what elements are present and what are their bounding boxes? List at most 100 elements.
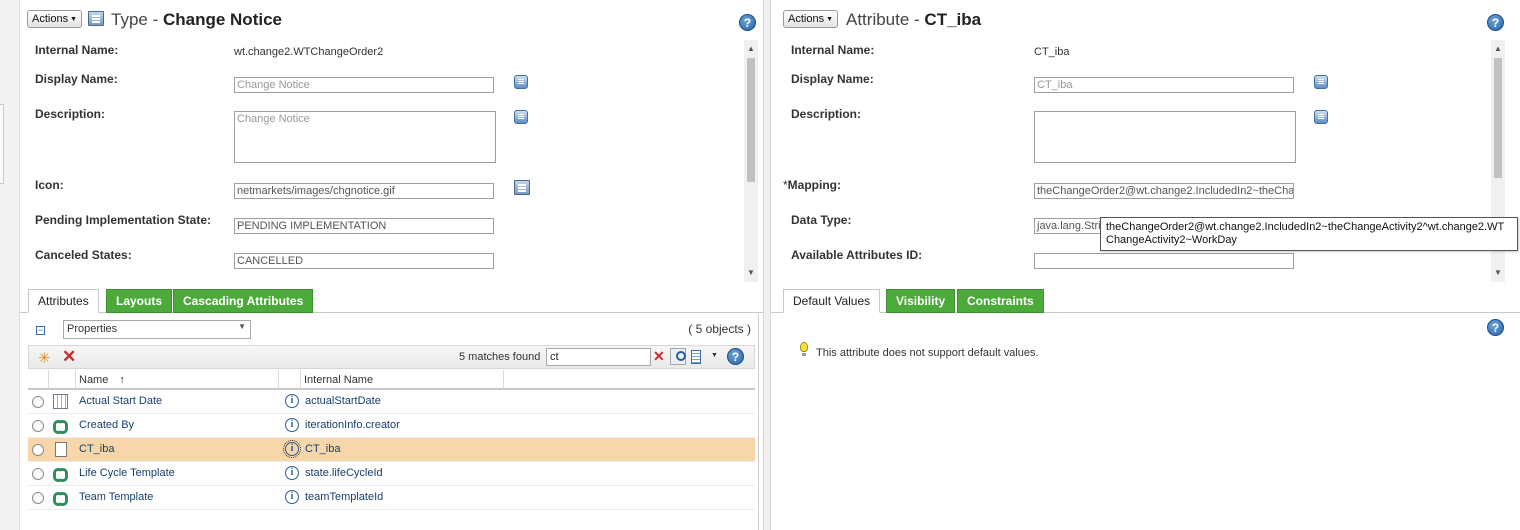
canceled-states-field[interactable]: CANCELLED: [234, 253, 494, 269]
match-count: 5 matches found: [459, 351, 541, 363]
view-select[interactable]: Properties ▼: [63, 320, 251, 339]
attribute-internal-name: actualStartDate: [305, 395, 381, 407]
display-name-field[interactable]: CT_iba: [1034, 77, 1294, 93]
type-panel: Actions ▼ Type - Change Notice ? Internal…: [20, 0, 764, 530]
attribute-name-link[interactable]: CT_iba: [79, 443, 114, 455]
tab-attributes[interactable]: Attributes: [28, 289, 99, 313]
available-attributes-id-label: Available Attributes ID:: [791, 248, 923, 262]
scroll-thumb[interactable]: [1494, 58, 1502, 178]
scroll-up-icon[interactable]: ▲: [747, 44, 755, 53]
attribute-name-link[interactable]: Life Cycle Template: [79, 467, 175, 479]
display-name-field[interactable]: Change Notice: [234, 77, 494, 93]
select-column-header: [28, 370, 49, 390]
type-tabs: Attributes Layouts Cascading Attributes: [20, 288, 763, 313]
chevron-down-icon: ▼: [826, 16, 834, 23]
tab-default-values[interactable]: Default Values: [783, 289, 881, 313]
delete-icon[interactable]: ✕: [62, 347, 76, 367]
pending-state-field[interactable]: PENDING IMPLEMENTATION: [234, 218, 494, 234]
gutter-handle[interactable]: [0, 104, 4, 184]
pending-state-label: Pending Implementation State:: [35, 213, 212, 227]
description-field[interactable]: Change Notice: [234, 111, 496, 163]
attribute-internal-name: iterationInfo.creator: [305, 419, 400, 431]
available-attributes-id-field[interactable]: [1034, 253, 1294, 269]
chevron-down-icon: ▼: [70, 16, 78, 23]
table-row-selected[interactable]: CT_iba i CT_iba: [28, 438, 755, 462]
description-label: Description:: [791, 107, 862, 121]
type-header: Actions ▼ Type - Change Notice ?: [20, 0, 763, 40]
table-header: Name ↑ Internal Name: [28, 370, 755, 390]
attribute-name-link[interactable]: Created By: [79, 419, 134, 431]
calendar-icon: [53, 394, 68, 409]
type-properties-form: Internal Name: wt.change2.WTChangeOrder2…: [28, 40, 748, 284]
sort-ascending-icon: ↑: [119, 374, 125, 386]
tab-cascading-attributes[interactable]: Cascading Attributes: [173, 289, 314, 313]
help-icon[interactable]: ?: [1487, 319, 1504, 336]
help-icon[interactable]: ?: [739, 14, 756, 31]
internal-name-label: Internal Name:: [35, 43, 119, 57]
row-radio[interactable]: [32, 420, 44, 432]
info-icon[interactable]: i: [283, 440, 301, 458]
attribute-internal-name: teamTemplateId: [305, 491, 384, 503]
clear-search-icon[interactable]: ✕: [653, 348, 665, 365]
scroll-down-icon[interactable]: ▼: [1494, 268, 1502, 277]
tab-layouts[interactable]: Layouts: [106, 289, 173, 313]
internal-name-label: Internal Name:: [791, 43, 875, 57]
info-icon[interactable]: i: [285, 490, 299, 504]
attribute-name-link[interactable]: Actual Start Date: [79, 395, 162, 407]
help-icon[interactable]: ?: [727, 348, 744, 365]
scroll-thumb[interactable]: [747, 58, 755, 182]
find-in-table-input[interactable]: [546, 348, 651, 366]
display-name-label: Display Name:: [35, 72, 118, 86]
reference-icon: [53, 492, 68, 506]
data-type-label: Data Type:: [791, 213, 852, 227]
table-row[interactable]: Created By i iterationInfo.creator: [28, 414, 755, 438]
reference-icon: [53, 468, 68, 482]
new-attribute-icon[interactable]: ✳: [38, 349, 51, 367]
scroll-up-icon[interactable]: ▲: [1494, 44, 1502, 53]
icon-label: Icon:: [35, 178, 64, 192]
tab-constraints[interactable]: Constraints: [957, 289, 1044, 313]
display-name-label: Display Name:: [791, 72, 874, 86]
attributes-table-area: − Properties ▼ ( 5 objects ) ✳ ✕ 5 matche…: [20, 314, 763, 530]
row-radio[interactable]: [32, 396, 44, 408]
tab-visibility[interactable]: Visibility: [886, 289, 956, 313]
collapse-icon[interactable]: −: [36, 326, 45, 335]
description-field[interactable]: [1034, 111, 1296, 163]
name-column-header[interactable]: Name ↑: [76, 370, 279, 390]
attribute-actions-button[interactable]: Actions ▼: [783, 10, 839, 28]
reference-icon: [53, 420, 68, 434]
attribute-tabs: Default Values Visibility Constraints: [771, 288, 1520, 313]
localize-icon[interactable]: [1314, 75, 1328, 89]
canceled-states-label: Canceled States:: [35, 248, 132, 262]
internal-name-column-header[interactable]: Internal Name: [301, 370, 504, 390]
left-gutter: [0, 0, 20, 530]
mapping-field[interactable]: theChangeOrder2@wt.change2.IncludedIn2~t…: [1034, 183, 1294, 199]
table-row[interactable]: Team Template i teamTemplateId: [28, 486, 755, 510]
table-row[interactable]: Life Cycle Template i state.lifeCycleId: [28, 462, 755, 486]
table-row[interactable]: Actual Start Date i actualStartDate: [28, 390, 755, 414]
localize-icon[interactable]: [1314, 110, 1328, 124]
chevron-down-icon[interactable]: ▼: [711, 352, 718, 359]
attributes-table: Name ↑ Internal Name Actual Start Date i…: [28, 370, 755, 510]
help-icon[interactable]: ?: [1487, 14, 1504, 31]
scroll-down-icon[interactable]: ▼: [747, 268, 755, 277]
form-scrollbar[interactable]: ▲ ▼: [744, 40, 758, 282]
attribute-name-link[interactable]: Team Template: [79, 491, 153, 503]
change-notice-icon: [88, 11, 104, 26]
localize-icon[interactable]: [514, 75, 528, 89]
localize-icon[interactable]: [514, 110, 528, 124]
row-radio[interactable]: [32, 468, 44, 480]
mapping-tooltip: theChangeOrder2@wt.change2.IncludedIn2~t…: [1100, 217, 1518, 251]
type-actions-button[interactable]: Actions ▼: [27, 10, 83, 28]
icon-path-field[interactable]: netmarkets/images/chgnotice.gif: [234, 183, 494, 199]
attribute-internal-name: CT_iba: [305, 443, 341, 455]
info-icon[interactable]: i: [285, 394, 299, 408]
info-icon[interactable]: i: [285, 418, 299, 432]
row-radio[interactable]: [32, 492, 44, 504]
attribute-title: Attribute - CT_iba: [846, 10, 982, 29]
search-icon[interactable]: [670, 348, 686, 365]
row-radio[interactable]: [32, 444, 44, 456]
info-icon[interactable]: i: [285, 466, 299, 480]
view-columns-icon[interactable]: [691, 350, 701, 364]
icon-column-header: [49, 370, 76, 390]
